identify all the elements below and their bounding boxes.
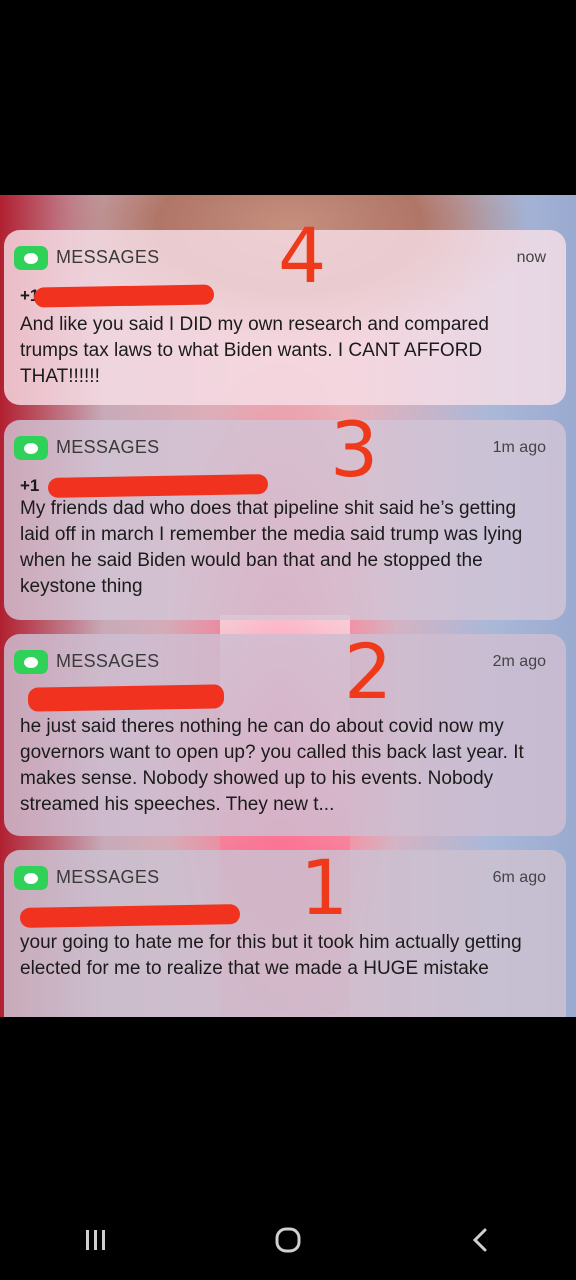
recents-icon[interactable] [56,1210,136,1270]
message-body: your going to hate me for this but it to… [20,932,522,979]
notification-card-2[interactable]: MESSAGES 2m ago he just said theres noth… [4,634,566,836]
app-name: MESSAGES [56,437,160,457]
notification-card-1[interactable]: MESSAGES 6m ago your going to hate me fo… [4,850,566,1017]
timestamp: 2m ago [492,653,546,670]
home-icon[interactable] [248,1210,328,1270]
back-icon[interactable] [440,1210,520,1270]
sender: +1 [20,476,40,495]
timestamp: 1m ago [492,439,546,456]
annotation-number: 2 [344,627,393,716]
annotation-number: 3 [330,405,379,494]
message-body: he just said theres nothing he can do ab… [20,716,524,815]
app-name: MESSAGES [56,651,160,671]
app-name: MESSAGES [56,867,160,887]
message-body: My friends dad who does that pipeline sh… [20,498,523,597]
app-name: MESSAGES [56,247,160,267]
timestamp: now [516,249,546,266]
redaction-mark [19,904,241,928]
redaction-mark [27,684,225,712]
notification-card-3[interactable]: MESSAGES 1m ago +1 My friends dad who do… [4,420,566,620]
message-body: And like you said I DID my own research … [20,314,489,387]
annotation-number: 4 [278,211,327,300]
redaction-mark [33,284,215,308]
messages-icon [14,650,48,674]
timestamp: 6m ago [492,869,546,886]
redaction-mark [47,474,269,498]
messages-icon [14,246,48,270]
messages-icon [14,436,48,460]
annotation-number: 1 [300,843,349,932]
messages-icon [14,866,48,890]
navigation-bar [0,1200,576,1280]
